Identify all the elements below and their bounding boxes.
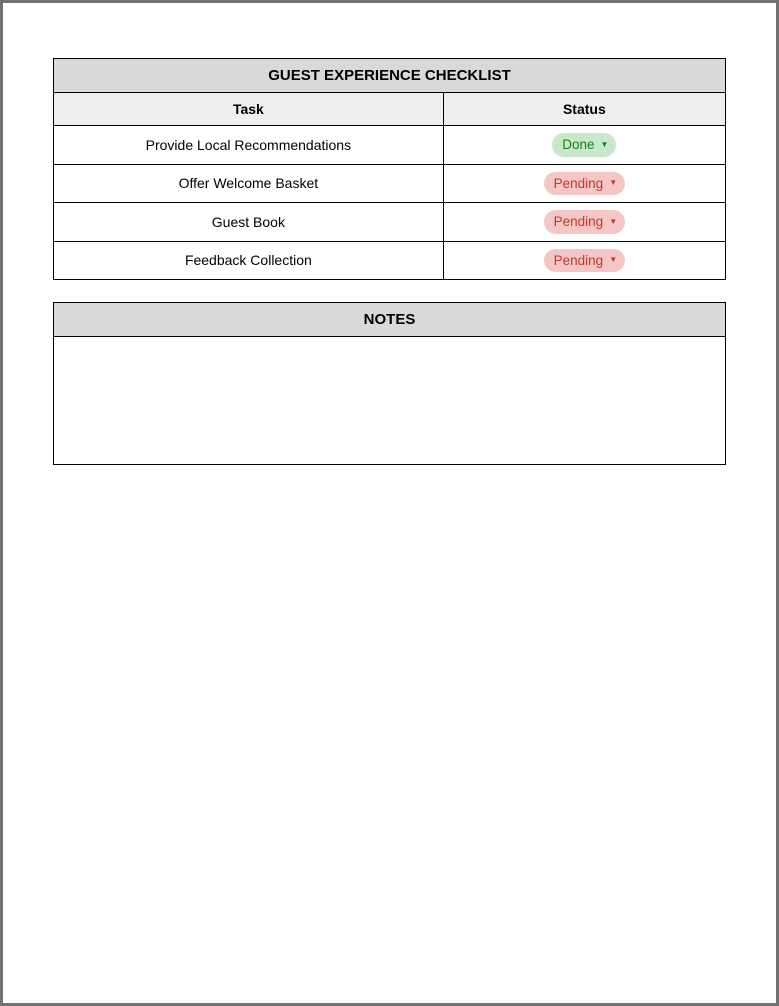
notes-title: NOTES [53, 302, 726, 337]
status-dropdown[interactable]: Pending ▼ [544, 249, 625, 273]
status-dropdown[interactable]: Pending ▼ [544, 172, 625, 196]
column-header-status: Status [443, 93, 725, 126]
checklist-title: GUEST EXPERIENCE CHECKLIST [54, 59, 726, 93]
status-dropdown[interactable]: Done ▼ [552, 133, 616, 157]
notes-section: NOTES [53, 302, 726, 465]
table-row: Feedback Collection Pending ▼ [54, 241, 726, 280]
status-label: Pending [554, 213, 604, 231]
task-cell: Provide Local Recommendations [54, 126, 444, 165]
status-label: Pending [554, 252, 604, 270]
status-dropdown[interactable]: Pending ▼ [544, 210, 625, 234]
table-row: Provide Local Recommendations Done ▼ [54, 126, 726, 165]
caret-down-icon: ▼ [609, 218, 617, 226]
status-cell: Done ▼ [443, 126, 725, 165]
caret-down-icon: ▼ [609, 179, 617, 187]
status-label: Done [562, 136, 594, 154]
notes-body[interactable] [53, 337, 726, 465]
status-label: Pending [554, 175, 604, 193]
status-cell: Pending ▼ [443, 203, 725, 242]
task-cell: Guest Book [54, 203, 444, 242]
status-cell: Pending ▼ [443, 164, 725, 203]
task-cell: Offer Welcome Basket [54, 164, 444, 203]
status-cell: Pending ▼ [443, 241, 725, 280]
caret-down-icon: ▼ [601, 141, 609, 149]
table-row: Guest Book Pending ▼ [54, 203, 726, 242]
column-header-task: Task [54, 93, 444, 126]
task-cell: Feedback Collection [54, 241, 444, 280]
checklist-table: GUEST EXPERIENCE CHECKLIST Task Status P… [53, 58, 726, 280]
caret-down-icon: ▼ [609, 256, 617, 264]
table-row: Offer Welcome Basket Pending ▼ [54, 164, 726, 203]
